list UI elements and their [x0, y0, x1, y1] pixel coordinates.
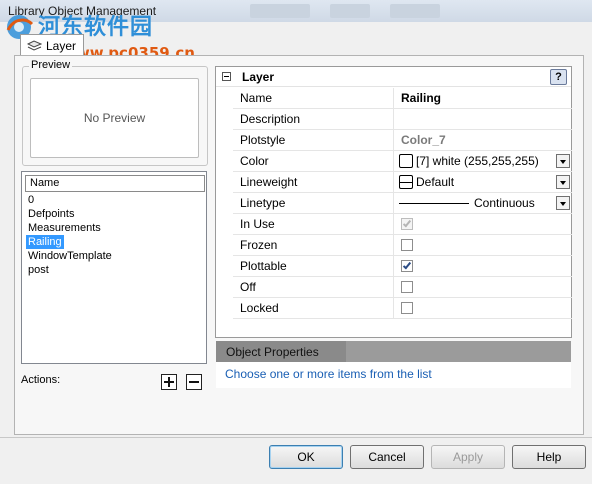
blurred-region [330, 4, 370, 18]
property-label: Description [233, 109, 394, 129]
property-value-in-use [395, 214, 572, 234]
tab-label: Layer [46, 39, 77, 53]
property-row-lineweight: Lineweight Default [233, 172, 572, 193]
name-value: Railing [401, 91, 442, 105]
property-label: Frozen [233, 235, 394, 255]
property-label: In Use [233, 214, 394, 234]
plottable-checkbox[interactable] [401, 260, 413, 272]
list-item[interactable]: Defpoints [26, 207, 76, 221]
list-header-name[interactable]: Name [25, 175, 205, 192]
list-item[interactable]: Measurements [26, 221, 103, 235]
color-value: [7] white (255,255,255) [416, 154, 539, 168]
property-label: Lineweight [233, 172, 394, 192]
property-row-plotstyle: Plotstyle Color_7 [233, 130, 572, 151]
property-value-plottable [395, 256, 572, 276]
property-row-locked: Locked [233, 298, 572, 319]
property-row-in-use: In Use [233, 214, 572, 235]
color-dropdown[interactable]: [7] white (255,255,255) [395, 151, 572, 171]
chevron-down-icon[interactable] [556, 154, 570, 168]
property-value-off [395, 277, 572, 297]
tab-layer[interactable]: Layer [20, 34, 84, 56]
collapse-icon[interactable] [222, 72, 231, 81]
property-row-off: Off [233, 277, 572, 298]
lineweight-swatch [399, 175, 413, 189]
property-row-description: Description [233, 109, 572, 130]
property-label: Locked [233, 298, 394, 318]
frozen-checkbox[interactable] [401, 239, 413, 251]
locked-checkbox[interactable] [401, 302, 413, 314]
property-label: Plottable [233, 256, 394, 276]
add-item-button[interactable] [161, 374, 177, 390]
lineweight-value: Default [416, 175, 455, 189]
cancel-button[interactable]: Cancel [350, 445, 424, 469]
property-label: Off [233, 277, 394, 297]
color-swatch [399, 154, 413, 168]
property-label: Name [233, 88, 394, 108]
help-icon[interactable]: ? [550, 69, 567, 85]
chevron-down-icon[interactable] [556, 196, 570, 210]
property-row-frozen: Frozen [233, 235, 572, 256]
actions-label: Actions: [21, 374, 61, 386]
list-item[interactable]: 0 [26, 193, 36, 207]
property-row-linetype: Linetype Continuous [233, 193, 572, 214]
grid-indent [216, 88, 233, 319]
layer-list[interactable]: Name 0 Defpoints Measurements Railing Wi… [21, 171, 207, 364]
blurred-region [390, 4, 440, 18]
property-value-locked [395, 298, 572, 318]
linetype-dropdown[interactable]: Continuous [395, 193, 572, 213]
property-value-plotstyle[interactable]: Color_7 [395, 130, 572, 150]
preview-area: No Preview [30, 78, 199, 158]
ok-button[interactable]: OK [269, 445, 343, 469]
remove-item-button[interactable] [186, 374, 202, 390]
help-button[interactable]: Help [512, 445, 586, 469]
property-label: Color [233, 151, 394, 171]
list-item[interactable]: post [26, 263, 51, 277]
layers-icon [27, 40, 42, 51]
linetype-sample [399, 203, 469, 204]
property-category-header: Layer ? [216, 67, 571, 87]
plotstyle-value: Color_7 [401, 133, 446, 147]
preview-legend: Preview [29, 59, 73, 71]
property-value-frozen [395, 235, 572, 255]
apply-button[interactable]: Apply [431, 445, 505, 469]
blurred-region [250, 4, 310, 18]
list-item[interactable]: WindowTemplate [26, 249, 114, 263]
property-grid: Layer ? Name Railing Description Plotsty… [215, 66, 572, 338]
property-value-name[interactable]: Railing [395, 88, 572, 108]
property-row-color: Color [7] white (255,255,255) [233, 151, 572, 172]
off-checkbox[interactable] [401, 281, 413, 293]
list-item-selected[interactable]: Railing [26, 235, 64, 249]
category-title: Layer [242, 70, 275, 84]
object-properties-tab[interactable]: Object Properties [216, 341, 346, 362]
preview-empty-text: No Preview [83, 111, 146, 125]
chevron-down-icon[interactable] [556, 175, 570, 189]
object-properties-area: Choose one or more items from the list [216, 362, 571, 388]
lineweight-dropdown[interactable]: Default [395, 172, 572, 192]
property-label: Linetype [233, 193, 394, 213]
divider [0, 437, 592, 438]
object-properties-bar: Object Properties [216, 341, 571, 362]
selection-hint: Choose one or more items from the list [225, 367, 432, 381]
in-use-checkbox [401, 218, 413, 230]
property-row-plottable: Plottable [233, 256, 572, 277]
property-label: Plotstyle [233, 130, 394, 150]
property-row-name: Name Railing [233, 88, 572, 109]
property-value-description[interactable] [395, 109, 572, 129]
linetype-value: Continuous [474, 196, 535, 210]
